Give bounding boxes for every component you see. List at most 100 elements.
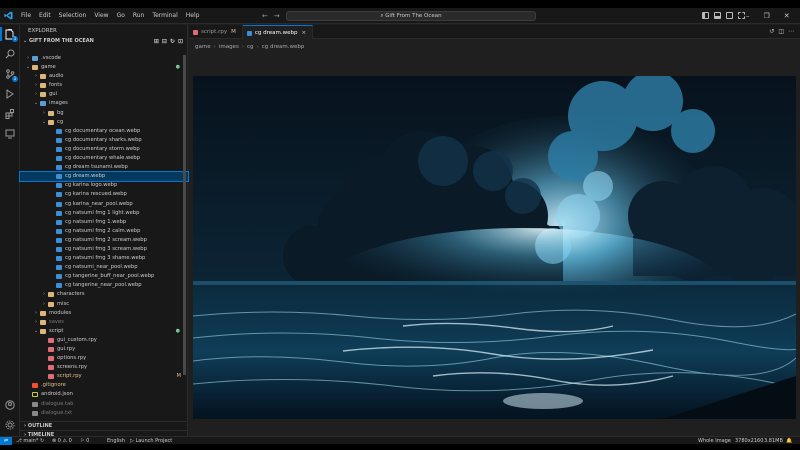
tree-item[interactable]: cg natsumi fmg 3 shame.webp [20, 254, 188, 263]
tree-item[interactable]: › modules [20, 309, 188, 318]
toggle-secondary-sidebar-icon[interactable] [726, 12, 733, 19]
tree-item[interactable]: › saves [20, 318, 188, 327]
menu-item-help[interactable]: Help [182, 8, 204, 24]
image-file-icon [56, 165, 62, 171]
menu-item-file[interactable]: File [17, 8, 35, 24]
tree-item[interactable]: cg dream tsunami.webp [20, 163, 188, 172]
maximize-icon[interactable]: ❐ [764, 8, 770, 24]
tree-item[interactable]: dialogue.txt [20, 409, 188, 418]
tree-item-label: script [49, 327, 64, 334]
outline-section[interactable]: › OUTLINE [20, 421, 188, 430]
menu-item-go[interactable]: Go [113, 8, 129, 24]
toggle-sidebar-icon[interactable] [702, 12, 709, 19]
explorer-icon[interactable]: 1 [0, 27, 18, 42]
tree-item[interactable]: ⌄ images [20, 99, 188, 108]
tree-item[interactable]: gui.rpy [20, 345, 188, 354]
tree-item[interactable]: cg karina logo.webp [20, 181, 188, 190]
command-center-search[interactable]: ⌕ Gift From The Ocean [286, 11, 536, 21]
breadcrumb-item[interactable]: images [219, 44, 239, 50]
tree-item[interactable]: cg karina rescued.webp [20, 190, 188, 199]
extensions-icon[interactable] [3, 107, 17, 121]
tree-item[interactable]: › misc [20, 300, 188, 309]
tree-item[interactable]: cg natsumi fmg 2 calm.webp [20, 227, 188, 236]
menu-item-edit[interactable]: Edit [35, 8, 55, 24]
toggle-panel-icon[interactable] [714, 12, 721, 19]
tree-item[interactable]: cg dream.webp [19, 171, 189, 183]
source-control-icon[interactable]: 1 [3, 67, 18, 82]
tree-item[interactable]: cg natsumi fmg 2 scream.webp [20, 236, 188, 245]
tree-item[interactable]: cg documentary sharks.webp [20, 136, 188, 145]
breadcrumb-item[interactable]: cg [247, 44, 254, 50]
sidebar-scrollbar[interactable] [183, 55, 186, 375]
forward-arrow-icon[interactable]: → [274, 8, 280, 24]
chevron-down-icon: ⌄ [25, 64, 31, 71]
tree-item[interactable]: screens.rpy [20, 363, 188, 372]
text-file-icon [32, 410, 38, 416]
close-icon[interactable]: ✕ [784, 8, 790, 24]
launch-project-button[interactable]: ▷ Launch Project [130, 437, 172, 445]
tree-item[interactable]: › fonts [20, 81, 188, 90]
tree-item[interactable]: options.rpy [20, 354, 188, 363]
menu-item-selection[interactable]: Selection [55, 8, 91, 24]
tab-script-rpy[interactable]: script.rpy M [189, 25, 243, 39]
collapse-all-icon[interactable]: ⊡ [178, 37, 183, 46]
tree-item[interactable]: cg karina_near_pool.webp [20, 200, 188, 209]
tree-item[interactable]: gui_custom.rpy [20, 336, 188, 345]
tree-item[interactable]: ⌄ game ● [20, 63, 188, 72]
ports-indicator[interactable]: ⚐ 0 [80, 437, 89, 445]
tree-item[interactable]: cg documentary storm.webp [20, 145, 188, 154]
tree-item[interactable]: cg tangerine_near_pool.webp [20, 281, 188, 290]
open-changes-icon[interactable]: ↺ [769, 25, 774, 39]
git-branch[interactable]: ⎇ main* ↻ [16, 437, 44, 445]
tree-item[interactable]: cg documentary whale.webp [20, 154, 188, 163]
customize-layout-icon[interactable] [738, 12, 745, 19]
account-icon[interactable] [3, 398, 17, 412]
workspace-root[interactable]: ⌄ GIFT FROM THE OCEAN ⊞ ⊟ ↻ ⊡ [20, 37, 187, 46]
menu-item-view[interactable]: View [90, 8, 112, 24]
tree-item[interactable]: › bg [20, 109, 188, 118]
settings-gear-icon[interactable] [3, 418, 17, 432]
folder-icon [48, 292, 54, 298]
folder-icon [40, 328, 46, 334]
breadcrumb-item[interactable]: game [195, 44, 211, 50]
new-file-icon[interactable]: ⊞ [154, 37, 159, 46]
menu-item-terminal[interactable]: Terminal [148, 8, 181, 24]
more-actions-icon[interactable]: ⋯ [788, 25, 794, 39]
tree-item[interactable]: cg natsumi fmg 1 light.webp [20, 209, 188, 218]
minimize-icon[interactable]: – [746, 8, 750, 24]
back-arrow-icon[interactable]: ← [262, 8, 268, 24]
zoom-indicator[interactable]: Whole Image [698, 437, 731, 445]
split-editor-icon[interactable]: ◫ [778, 25, 784, 39]
image-preview[interactable] [193, 76, 796, 419]
folder-icon [32, 65, 38, 71]
language-indicator[interactable]: English [107, 437, 125, 445]
new-folder-icon[interactable]: ⊟ [162, 37, 167, 46]
remote-explorer-icon[interactable] [3, 127, 17, 141]
tree-item[interactable]: ⌄ cg [20, 118, 188, 127]
tree-item[interactable]: cg documentary ocean.webp [20, 127, 188, 136]
refresh-icon[interactable]: ↻ [170, 37, 175, 46]
tree-item[interactable]: cg natsumi_near_pool.webp [20, 263, 188, 272]
run-debug-icon[interactable] [3, 87, 17, 101]
tree-item[interactable]: android.json [20, 390, 188, 399]
tree-item[interactable]: › audio [20, 72, 188, 81]
tree-item[interactable]: script.rpy M [20, 372, 188, 381]
tree-item[interactable]: ⌄ script ● [20, 327, 188, 336]
layout-controls [702, 12, 745, 19]
tree-item[interactable]: cg natsumi fmg 1.webp [20, 218, 188, 227]
notifications-bell-icon[interactable]: 🔔 [786, 437, 792, 445]
search-activity-icon[interactable] [3, 47, 17, 61]
remote-indicator-icon[interactable]: ⇌ [0, 437, 12, 445]
problems-indicator[interactable]: ⊗ 0 ⚠ 0 [52, 437, 72, 445]
tree-item[interactable]: › .vscode [20, 54, 188, 63]
tree-item[interactable]: › characters [20, 290, 188, 299]
tab-close-icon[interactable]: × [301, 30, 306, 36]
tree-item[interactable]: .gitignore [20, 381, 188, 390]
tree-item[interactable]: cg tangerine_buff_near_pool.webp [20, 272, 188, 281]
breadcrumb-item[interactable]: cg dream.webp [262, 44, 305, 50]
menu-item-run[interactable]: Run [129, 8, 149, 24]
tree-item[interactable]: › gui [20, 90, 188, 99]
tree-item[interactable]: dialogue.tab [20, 400, 188, 409]
tab-cg-dream[interactable]: cg dream.webp × [242, 25, 314, 39]
tree-item[interactable]: cg natsumi fmg 3 scream.webp [20, 245, 188, 254]
